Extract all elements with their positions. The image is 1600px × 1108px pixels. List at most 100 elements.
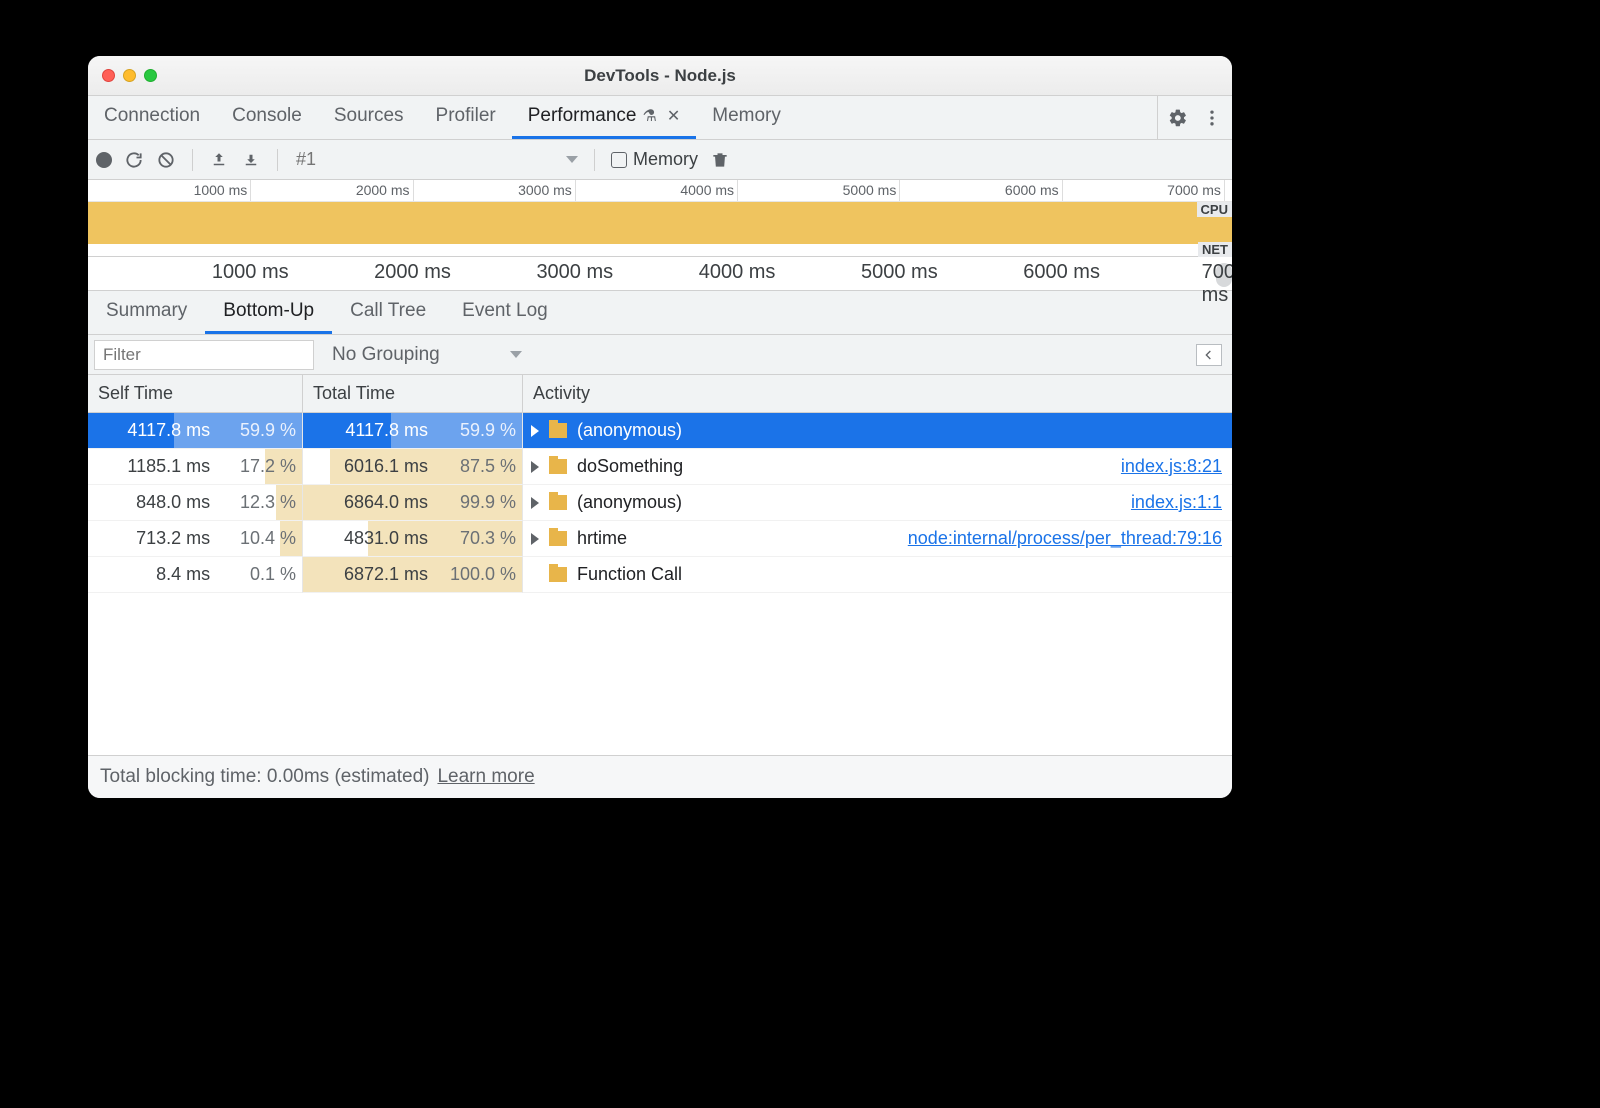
source-link[interactable]: index.js:1:1 bbox=[1131, 492, 1222, 513]
checkbox-icon bbox=[611, 152, 627, 168]
activity-name: Function Call bbox=[577, 564, 682, 585]
details-tab-call-tree[interactable]: Call Tree bbox=[332, 291, 444, 334]
ruler-tick-label: 4000 ms bbox=[699, 261, 776, 284]
activity-name: (anonymous) bbox=[577, 420, 682, 441]
tab-connection[interactable]: Connection bbox=[88, 96, 216, 139]
cell-total-time: 4831.0 ms70.3 % bbox=[303, 521, 523, 557]
expand-icon[interactable] bbox=[531, 425, 539, 437]
time-pct: 100.0 % bbox=[430, 564, 522, 585]
grouping-select[interactable]: No Grouping bbox=[332, 344, 522, 366]
recording-dropdown-icon[interactable] bbox=[566, 156, 578, 163]
overview-tick: 4000 ms bbox=[737, 180, 738, 201]
details-tab-event-log[interactable]: Event Log bbox=[444, 291, 566, 334]
flamechart-ruler[interactable]: 1000 ms2000 ms3000 ms4000 ms5000 ms6000 … bbox=[88, 257, 1232, 291]
cell-self-time: 848.0 ms12.3 % bbox=[88, 485, 303, 521]
overview-ruler: 1000 ms2000 ms3000 ms4000 ms5000 ms6000 … bbox=[88, 180, 1232, 202]
overview-cpu-label: CPU bbox=[1197, 202, 1232, 217]
overview-cpu-track: CPU bbox=[88, 202, 1232, 244]
overview-tick-label: 1000 ms bbox=[194, 182, 248, 198]
time-ms: 6864.0 ms bbox=[303, 492, 430, 513]
overview-tick-label: 6000 ms bbox=[1005, 182, 1059, 198]
cell-activity: (anonymous) bbox=[523, 413, 1232, 449]
tab-sources[interactable]: Sources bbox=[318, 96, 420, 139]
record-button[interactable] bbox=[96, 152, 112, 168]
upload-icon[interactable] bbox=[209, 150, 229, 170]
overview-tick-label: 2000 ms bbox=[356, 182, 410, 198]
overview-tick: 6000 ms bbox=[1062, 180, 1063, 201]
col-self-time[interactable]: Self Time bbox=[88, 375, 303, 412]
ruler-tick-label: 3000 ms bbox=[536, 261, 613, 284]
time-ms: 4117.8 ms bbox=[303, 420, 430, 441]
cell-activity: doSomething index.js:8:21 bbox=[523, 449, 1232, 485]
activity-name: doSomething bbox=[577, 456, 683, 477]
overview-tick: 2000 ms bbox=[413, 180, 414, 201]
col-total-time[interactable]: Total Time bbox=[303, 375, 523, 412]
tab-memory[interactable]: Memory bbox=[696, 96, 797, 139]
trash-icon[interactable] bbox=[710, 150, 730, 170]
status-learn-more-link[interactable]: Learn more bbox=[437, 766, 534, 788]
filter-bar: No Grouping bbox=[88, 335, 1232, 375]
tab-performance[interactable]: Performance ⚗ ✕ bbox=[512, 96, 697, 139]
more-icon[interactable] bbox=[1202, 108, 1222, 128]
settings-icon[interactable] bbox=[1168, 108, 1188, 128]
overview-tick: 7000 ms bbox=[1224, 180, 1225, 201]
expand-icon[interactable] bbox=[531, 461, 539, 473]
reveal-heaviest-stack-button[interactable] bbox=[1196, 344, 1222, 366]
overview-timeline[interactable]: 1000 ms2000 ms3000 ms4000 ms5000 ms6000 … bbox=[88, 180, 1232, 257]
reload-icon[interactable] bbox=[124, 150, 144, 170]
memory-checkbox[interactable]: Memory bbox=[611, 149, 698, 170]
expand-icon[interactable] bbox=[531, 533, 539, 545]
tab-console[interactable]: Console bbox=[216, 96, 318, 139]
time-pct: 0.1 % bbox=[212, 564, 302, 585]
filter-input[interactable] bbox=[94, 340, 314, 370]
cell-total-time: 6864.0 ms99.9 % bbox=[303, 485, 523, 521]
source-link[interactable]: node:internal/process/per_thread:79:16 bbox=[908, 528, 1222, 549]
time-pct: 87.5 % bbox=[430, 456, 522, 477]
chevron-down-icon bbox=[510, 351, 522, 358]
tab-label: Performance bbox=[528, 105, 637, 127]
cell-self-time: 4117.8 ms59.9 % bbox=[88, 413, 303, 449]
download-icon[interactable] bbox=[241, 150, 261, 170]
overview-net-track: NET bbox=[88, 244, 1232, 256]
folder-icon bbox=[549, 495, 567, 510]
activity-name: hrtime bbox=[577, 528, 627, 549]
time-pct: 99.9 % bbox=[430, 492, 522, 513]
tab-label: Profiler bbox=[436, 105, 496, 127]
cell-activity: (anonymous) index.js:1:1 bbox=[523, 485, 1232, 521]
status-text: Total blocking time: 0.00ms (estimated) bbox=[100, 766, 429, 788]
table-body: 4117.8 ms59.9 %4117.8 ms59.9 %(anonymous… bbox=[88, 413, 1232, 755]
experiment-icon: ⚗ bbox=[643, 106, 657, 126]
clear-icon[interactable] bbox=[156, 150, 176, 170]
time-pct: 17.2 % bbox=[212, 456, 302, 477]
window-zoom-button[interactable] bbox=[144, 69, 157, 82]
grouping-select-label: No Grouping bbox=[332, 344, 440, 366]
ruler-tick-label: 1000 ms bbox=[212, 261, 289, 284]
expand-icon[interactable] bbox=[531, 497, 539, 509]
details-tab-bottom-up[interactable]: Bottom-Up bbox=[205, 291, 332, 334]
cell-activity: Function Call bbox=[523, 557, 1232, 593]
overview-tick-label: 3000 ms bbox=[518, 182, 572, 198]
details-tab-summary[interactable]: Summary bbox=[88, 291, 205, 334]
col-activity[interactable]: Activity bbox=[523, 375, 1232, 412]
ruler-tick-label: 2000 ms bbox=[374, 261, 451, 284]
window-close-button[interactable] bbox=[102, 69, 115, 82]
cell-self-time: 1185.1 ms17.2 % bbox=[88, 449, 303, 485]
memory-checkbox-label: Memory bbox=[633, 149, 698, 170]
overview-tick-label: 4000 ms bbox=[680, 182, 734, 198]
toolbar-separator bbox=[192, 149, 193, 171]
tab-profiler[interactable]: Profiler bbox=[420, 96, 512, 139]
activity-name: (anonymous) bbox=[577, 492, 682, 513]
time-ms: 6016.1 ms bbox=[303, 456, 430, 477]
recording-name-input[interactable] bbox=[294, 148, 554, 171]
tab-close-icon[interactable]: ✕ bbox=[667, 106, 680, 126]
folder-icon bbox=[549, 459, 567, 474]
cell-activity: hrtime node:internal/process/per_thread:7… bbox=[523, 521, 1232, 557]
time-ms: 8.4 ms bbox=[88, 564, 212, 585]
time-pct: 12.3 % bbox=[212, 492, 302, 513]
window-minimize-button[interactable] bbox=[123, 69, 136, 82]
folder-icon bbox=[549, 531, 567, 546]
time-ms: 6872.1 ms bbox=[303, 564, 430, 585]
time-ms: 713.2 ms bbox=[88, 528, 212, 549]
cell-self-time: 8.4 ms0.1 % bbox=[88, 557, 303, 593]
source-link[interactable]: index.js:8:21 bbox=[1121, 456, 1222, 477]
